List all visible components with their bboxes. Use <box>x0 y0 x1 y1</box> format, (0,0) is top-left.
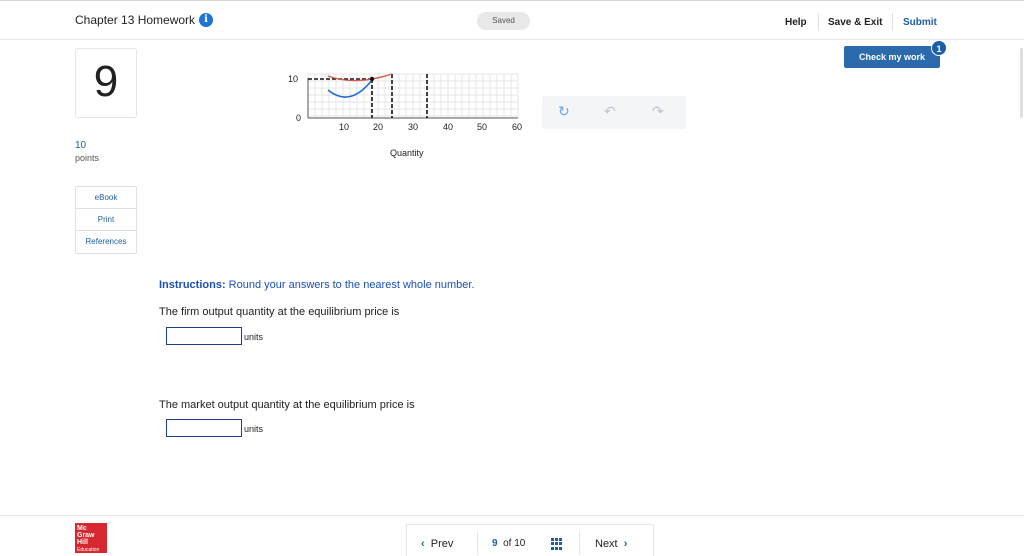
logo-line: Hill <box>77 539 88 546</box>
instructions-label: Instructions: <box>159 279 226 291</box>
question-number-box: 9 <box>75 48 137 118</box>
instructions-text: Instructions: Round your answers to the … <box>159 279 475 291</box>
firm-output-input[interactable] <box>166 327 242 345</box>
question-1-text: The firm output quantity at the equilibr… <box>159 306 400 318</box>
undo-icon[interactable]: ↶ <box>604 103 616 120</box>
nav-divider <box>579 531 580 555</box>
points-value: 10 <box>75 140 87 151</box>
x-tick-label: 20 <box>373 122 384 132</box>
ebook-link[interactable]: eBook <box>76 187 136 209</box>
grid-icon[interactable] <box>551 538 563 550</box>
graph-toolbar: ↻ ↶ ↷ <box>542 96 686 129</box>
x-tick-label: 40 <box>443 122 454 132</box>
chevron-left-icon: ‹ <box>421 538 425 550</box>
equilibrium-point <box>369 76 375 82</box>
scrollbar-thumb[interactable] <box>1020 48 1023 118</box>
x-axis-title: Quantity <box>390 148 424 158</box>
x-tick-label: 60 <box>512 122 523 132</box>
check-my-work-button[interactable]: Check my work <box>844 46 940 68</box>
firm-output-unit: units <box>244 332 264 342</box>
chevron-right-icon: › <box>623 538 628 550</box>
logo-line: Mc <box>77 525 87 532</box>
header-divider <box>818 13 819 31</box>
question-counter[interactable]: 9 of 10 <box>492 538 525 549</box>
prev-button[interactable]: ‹ Prev <box>421 538 453 550</box>
points-label: points <box>75 153 100 163</box>
logo-subtitle: Education <box>77 547 100 553</box>
info-icon[interactable]: i <box>199 13 213 27</box>
question-number: 9 <box>93 57 119 106</box>
check-attempts-badge: 1 <box>931 40 947 56</box>
redo-icon[interactable]: ↷ <box>652 103 664 120</box>
submit-link[interactable]: Submit <box>903 17 937 28</box>
logo-line: Graw <box>77 532 95 539</box>
x-tick-label: 30 <box>408 122 419 132</box>
x-tick-label: 50 <box>477 122 488 132</box>
market-output-unit: units <box>244 424 264 434</box>
resource-links: eBook Print References <box>75 186 137 254</box>
header-divider <box>892 13 893 31</box>
prev-label: Prev <box>430 538 454 550</box>
question-2-text: The market output quantity at the equili… <box>159 399 415 411</box>
question-navigation: ‹ Prev 9 of 10 Next › <box>406 524 654 556</box>
save-exit-link[interactable]: Save & Exit <box>828 17 882 28</box>
market-output-input[interactable] <box>166 419 242 437</box>
x-tick-label: 10 <box>339 122 350 132</box>
references-link[interactable]: References <box>76 231 136 253</box>
nav-divider <box>477 531 478 555</box>
reset-icon[interactable]: ↻ <box>558 103 570 120</box>
instructions-body: Round your answers to the nearest whole … <box>225 279 475 291</box>
next-button[interactable]: Next › <box>595 538 627 550</box>
saved-status-badge: Saved <box>477 12 530 30</box>
footer-bar: Mc Graw Hill Education ‹ Prev 9 of 10 Ne… <box>0 515 1024 556</box>
mcgraw-hill-logo: Mc Graw Hill Education <box>75 523 107 553</box>
assignment-title: Chapter 13 Homework <box>75 13 196 27</box>
print-link[interactable]: Print <box>76 209 136 231</box>
help-link[interactable]: Help <box>785 17 807 28</box>
header-bar: Chapter 13 Homework i Saved Help Save & … <box>0 0 1024 40</box>
current-question: 9 <box>492 538 498 549</box>
next-label: Next <box>595 538 618 550</box>
question-total: of 10 <box>503 538 526 549</box>
